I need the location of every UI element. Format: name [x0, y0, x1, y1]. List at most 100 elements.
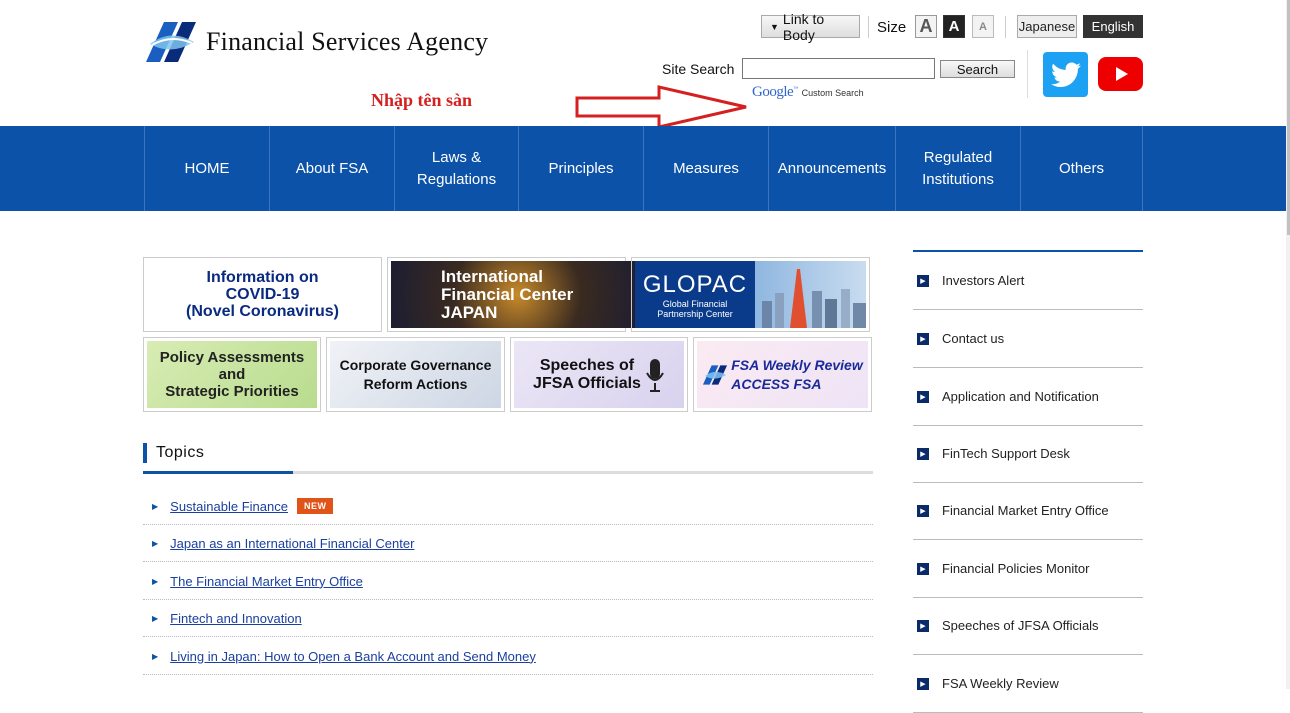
- banner-covid19-text: Information on COVID-19 (Novel Coronavir…: [147, 261, 378, 328]
- size-label: Size: [877, 19, 907, 36]
- banner-speech-text: Speeches of JFSA Officials: [533, 356, 641, 392]
- text-size-small-button[interactable]: A: [972, 15, 994, 38]
- divider: [868, 16, 869, 38]
- topic-item: ▶ Fintech and Innovation: [143, 600, 873, 637]
- divider: [1027, 50, 1028, 98]
- arrow-right-icon: ▶: [917, 390, 929, 403]
- divider: [1005, 16, 1006, 38]
- annotation-text: Nhập tên sàn: [371, 90, 473, 110]
- banner-corporate-governance[interactable]: Corporate Governance Reform Actions: [326, 337, 505, 412]
- side-link-investors-alert[interactable]: ▶ Investors Alert: [913, 252, 1143, 310]
- banner-glopac[interactable]: GLOPAC Global Financial Partnership Cent…: [631, 257, 870, 332]
- arrow-right-icon: ▶: [917, 677, 929, 690]
- side-link-market-entry-office[interactable]: ▶ Financial Market Entry Office: [913, 482, 1143, 540]
- annotation-arrow-icon: [575, 85, 747, 129]
- divider: [1142, 126, 1143, 211]
- topic-item: ▶ Japan as an International Financial Ce…: [143, 525, 873, 562]
- nav-label: Laws & Regulations: [416, 148, 497, 188]
- topic-item: ▶ The Financial Market Entry Office: [143, 563, 873, 600]
- banner-policy-assessments[interactable]: Policy Assessments and Strategic Priorit…: [143, 337, 321, 412]
- fsa-logo-icon: [146, 22, 196, 62]
- topics-underline-accent: [143, 471, 293, 474]
- logo-text: Financial Services Agency: [206, 27, 489, 56]
- google-brand-text: Google: [752, 84, 794, 100]
- twitter-bird-icon: [1050, 62, 1081, 87]
- banner-weekly-inner: FSA Weekly Review ACCESS FSA: [697, 341, 868, 408]
- topic-link[interactable]: Japan as an International Financial Cent…: [170, 536, 414, 551]
- banner-policy-text: Policy Assessments and Strategic Priorit…: [147, 341, 317, 408]
- side-link-contact-us[interactable]: ▶ Contact us: [913, 310, 1143, 368]
- topic-link[interactable]: Sustainable Finance: [170, 499, 288, 514]
- topic-link[interactable]: Living in Japan: How to Open a Bank Acco…: [170, 649, 536, 664]
- glopac-text-block: GLOPAC Global Financial Partnership Cent…: [635, 261, 755, 328]
- search-button[interactable]: Search: [940, 60, 1015, 78]
- language-english-button[interactable]: English: [1083, 15, 1143, 38]
- new-badge: NEW: [296, 498, 334, 514]
- custom-search-label: Custom Search: [801, 88, 864, 98]
- arrow-right-icon: ▶: [917, 274, 929, 287]
- text-size-large-button[interactable]: A: [915, 15, 937, 38]
- topics-title: Topics: [156, 444, 205, 461]
- banner-fsa-weekly-review[interactable]: FSA Weekly Review ACCESS FSA: [693, 337, 872, 412]
- language-japanese-button[interactable]: Japanese: [1017, 15, 1077, 38]
- topic-link[interactable]: The Financial Market Entry Office: [170, 574, 363, 589]
- nav-label: Announcements: [777, 159, 887, 177]
- microphone-icon: [646, 358, 664, 392]
- side-link-financial-policies-monitor[interactable]: ▶ Financial Policies Monitor: [913, 540, 1143, 598]
- side-link-application-notification[interactable]: ▶ Application and Notification: [913, 368, 1143, 426]
- bullet-icon: ▶: [152, 613, 159, 623]
- link-to-body-button[interactable]: ▼ Link to Body: [761, 11, 860, 43]
- banner-ifc-text: International Financial Center JAPAN: [391, 261, 672, 328]
- nav-principles[interactable]: Principles: [518, 126, 643, 211]
- google-custom-search-logo: Google™ Custom Search: [752, 84, 864, 101]
- side-link-fsa-weekly-review[interactable]: ▶ FSA Weekly Review: [913, 655, 1143, 713]
- banner-speeches[interactable]: Speeches of JFSA Officials: [510, 337, 688, 412]
- fsa-mini-logo-icon: [703, 364, 728, 385]
- arrow-right-icon: ▶: [917, 332, 929, 345]
- topic-link[interactable]: Fintech and Innovation: [170, 611, 302, 626]
- nav-measures[interactable]: Measures: [643, 126, 768, 211]
- site-search-label: Site Search: [662, 61, 735, 77]
- play-icon: [1115, 67, 1128, 81]
- banner-weekly-text: FSA Weekly Review ACCESS FSA: [731, 356, 863, 392]
- nav-others[interactable]: Others: [1020, 126, 1142, 211]
- nav-announcements[interactable]: Announcements: [768, 126, 895, 211]
- nav-laws-regulations[interactable]: Laws & Regulations: [394, 126, 518, 211]
- youtube-link[interactable]: [1098, 57, 1143, 91]
- bullet-icon: ▶: [152, 538, 159, 548]
- fsa-logo[interactable]: Financial Services Agency: [144, 18, 488, 66]
- nav-about-fsa[interactable]: About FSA: [269, 126, 394, 211]
- nav-label: About FSA: [295, 159, 369, 177]
- arrow-right-icon: ▶: [917, 447, 929, 460]
- google-brand: Google™: [752, 84, 798, 100]
- nav-home[interactable]: HOME: [144, 126, 269, 211]
- site-search-input[interactable]: [742, 58, 935, 79]
- side-link-label: Application and Notification: [942, 389, 1099, 404]
- banner-covid19[interactable]: Information on COVID-19 (Novel Coronavir…: [143, 257, 382, 332]
- side-link-speeches[interactable]: ▶ Speeches of JFSA Officials: [913, 597, 1143, 655]
- main-nav: HOME About FSA Laws & Regulations Princi…: [0, 126, 1286, 211]
- side-link-fintech-support-desk[interactable]: ▶ FinTech Support Desk: [913, 425, 1143, 483]
- arrow-right-icon: ▶: [917, 504, 929, 517]
- text-size-medium-button[interactable]: A: [943, 15, 965, 38]
- bullet-icon: ▶: [152, 576, 159, 586]
- bullet-icon: ▶: [152, 501, 159, 511]
- banner-international-financial-center[interactable]: International Financial Center JAPAN: [387, 257, 672, 332]
- banner-corp-text: Corporate Governance Reform Actions: [330, 341, 501, 408]
- side-link-label: Investors Alert: [942, 273, 1025, 288]
- side-link-label: Contact us: [942, 331, 1005, 346]
- twitter-link[interactable]: [1043, 52, 1088, 97]
- nav-label: Regulated Institutions: [922, 148, 994, 188]
- side-link-label: Speeches of JFSA Officials: [942, 618, 1099, 633]
- arrow-right-icon: ▶: [917, 562, 929, 575]
- bullet-icon: ▶: [152, 651, 159, 661]
- nav-label: Measures: [673, 159, 739, 177]
- banner-speech-inner: Speeches of JFSA Officials: [514, 341, 684, 408]
- glopac-title: GLOPAC: [642, 270, 748, 298]
- nav-regulated-institutions[interactable]: Regulated Institutions: [895, 126, 1020, 211]
- side-link-label: FinTech Support Desk: [942, 446, 1070, 461]
- topic-item: ▶ Living in Japan: How to Open a Bank Ac…: [143, 638, 873, 675]
- side-link-label: Financial Market Entry Office: [942, 503, 1109, 518]
- nav-label: Others: [1058, 159, 1104, 177]
- nav-label: Principles: [548, 159, 614, 177]
